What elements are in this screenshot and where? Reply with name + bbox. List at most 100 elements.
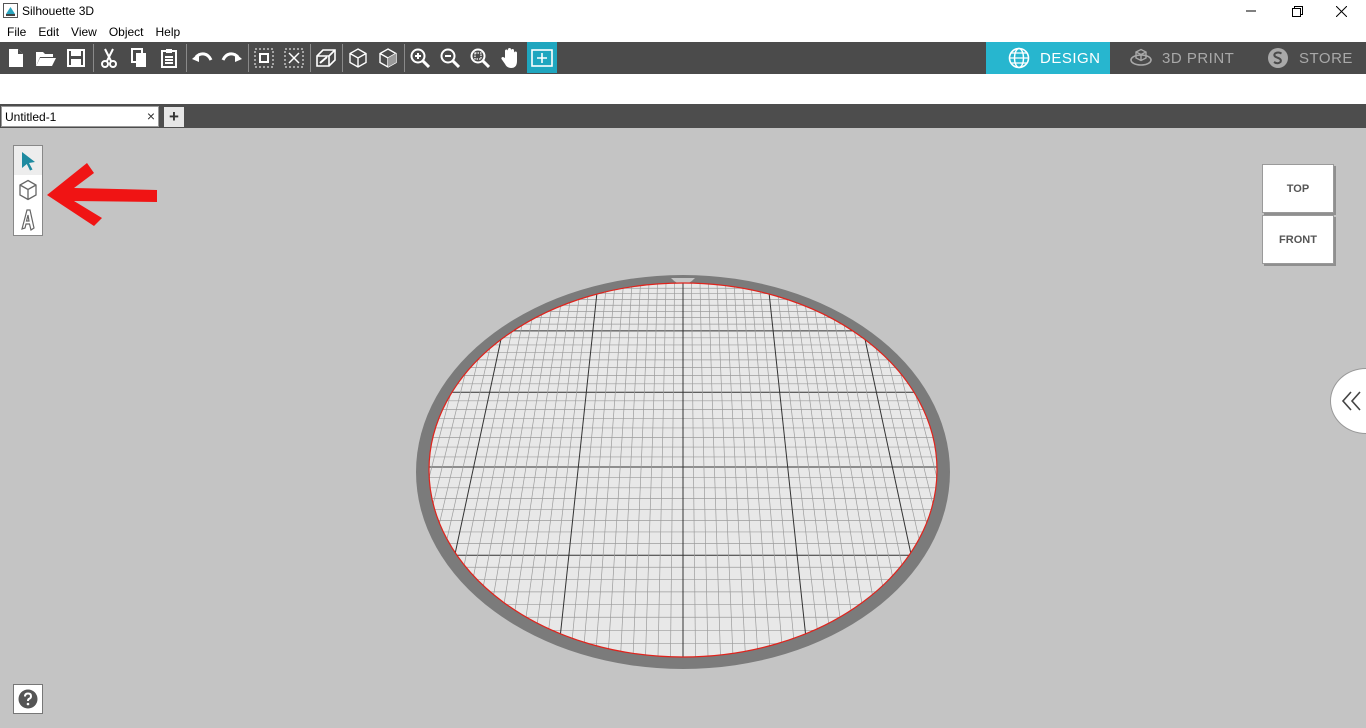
zoom-fit-button[interactable] <box>465 42 495 73</box>
cube-solid-button[interactable] <box>373 42 403 73</box>
undo-icon <box>192 51 213 62</box>
grid-line-vertical <box>283 283 411 657</box>
undo-button[interactable] <box>187 42 217 73</box>
grid-line-vertical <box>1015 283 1171 657</box>
add-tab-button[interactable]: + <box>164 107 184 127</box>
design-canvas[interactable] <box>0 128 1366 728</box>
view-top-button[interactable]: TOP <box>1262 164 1334 213</box>
zoom-in-button[interactable] <box>405 42 435 73</box>
extrude-icon <box>316 48 336 67</box>
left-tool-palette <box>13 145 43 236</box>
print-bed-grid <box>133 283 1233 657</box>
grid-line-vertical <box>1040 283 1208 657</box>
grid-line-vertical <box>1057 283 1233 657</box>
cut-button[interactable] <box>94 42 124 73</box>
grid-line-vertical <box>233 283 377 657</box>
cube-tool[interactable] <box>14 175 42 204</box>
cube-solid-icon <box>379 47 397 68</box>
store-s-icon <box>1268 48 1288 68</box>
menu-file[interactable]: File <box>0 22 32 42</box>
redo-icon <box>221 51 242 62</box>
select-tool[interactable] <box>14 146 42 175</box>
grid-line-vertical <box>183 283 343 657</box>
new-file-icon <box>9 48 23 67</box>
paste-icon <box>161 48 177 68</box>
grid-line-vertical <box>964 283 1096 657</box>
menu-bar: File Edit View Object Help <box>0 22 1366 42</box>
grid-line-vertical <box>1006 283 1158 657</box>
grid-line-vertical <box>947 283 1071 657</box>
annotation-arrow-icon <box>47 163 157 226</box>
grid-line-vertical <box>1023 283 1183 657</box>
save-icon <box>67 48 85 67</box>
text-tool[interactable] <box>14 205 42 234</box>
menu-view[interactable]: View <box>65 22 103 42</box>
new-file-button[interactable] <box>1 42 31 73</box>
fit-page-icon <box>531 48 553 67</box>
copy-button[interactable] <box>124 42 154 73</box>
group-icon <box>254 48 274 67</box>
grid-line-vertical <box>146 283 318 657</box>
group-button[interactable] <box>249 42 279 73</box>
title-bar: Silhouette 3D <box>0 0 1366 22</box>
tab-3d-print[interactable]: 3D PRINT <box>1110 42 1242 74</box>
text-tool-icon <box>21 208 35 231</box>
tab-store[interactable]: STORE <box>1242 42 1366 74</box>
document-tab[interactable]: Untitled-1 × <box>1 106 159 127</box>
zoom-fit-icon <box>470 48 490 68</box>
tab-design-label: DESIGN <box>1040 49 1101 67</box>
print-bed-icon <box>1130 48 1152 66</box>
close-window-button[interactable] <box>1318 0 1364 22</box>
grid-line-vertical <box>955 283 1083 657</box>
pan-hand-icon <box>501 47 517 68</box>
grid-line-vertical <box>196 283 352 657</box>
help-icon <box>18 689 38 709</box>
cube-outline-button[interactable] <box>343 42 373 73</box>
ungroup-icon <box>284 48 304 67</box>
menu-help[interactable]: Help <box>150 22 187 42</box>
grid-line-vertical <box>171 283 335 657</box>
pan-button[interactable] <box>495 42 525 73</box>
view-front-button[interactable]: FRONT <box>1262 215 1334 264</box>
grid-line-vertical <box>158 283 326 657</box>
redo-button[interactable] <box>217 42 247 73</box>
grid-line-vertical <box>998 283 1146 657</box>
main-toolbar: DESIGN 3D PRINT STORE <box>0 42 1366 74</box>
cube-outline-icon <box>349 47 367 68</box>
tab-design[interactable]: DESIGN <box>986 42 1110 74</box>
restore-button[interactable] <box>1274 0 1320 22</box>
open-button[interactable] <box>31 42 61 73</box>
help-button[interactable] <box>13 684 43 714</box>
save-button[interactable] <box>61 42 91 73</box>
open-folder-icon <box>36 51 56 66</box>
grid-line-vertical <box>308 283 428 657</box>
extrude-button[interactable] <box>311 42 341 73</box>
grid-line-vertical <box>938 283 1058 657</box>
tab-store-label: STORE <box>1299 49 1353 67</box>
restore-icon <box>1291 5 1303 17</box>
fit-page-button[interactable] <box>527 42 557 73</box>
zoom-out-icon <box>440 48 460 68</box>
minimize-button[interactable] <box>1228 0 1274 22</box>
tab-3d-print-label: 3D PRINT <box>1162 49 1235 67</box>
grid-line-vertical <box>989 283 1133 657</box>
grid-line-vertical <box>296 283 420 657</box>
grid-line-vertical <box>258 283 394 657</box>
cut-icon <box>101 48 117 68</box>
view-cube: TOP FRONT <box>1262 164 1334 264</box>
close-tab-icon[interactable]: × <box>147 108 155 124</box>
window-title: Silhouette 3D <box>22 4 95 18</box>
zoom-out-button[interactable] <box>435 42 465 73</box>
grid-line-vertical <box>133 283 309 657</box>
menu-object[interactable]: Object <box>103 22 150 42</box>
double-chevron-left-icon <box>1341 391 1361 411</box>
document-tab-bar: Untitled-1 × + <box>0 104 1366 128</box>
app-logo-icon <box>3 3 18 18</box>
copy-icon <box>131 47 146 67</box>
ungroup-button[interactable] <box>279 42 309 73</box>
select-arrow-icon <box>22 151 35 170</box>
menu-edit[interactable]: Edit <box>32 22 65 42</box>
paste-button[interactable] <box>154 42 184 73</box>
cube-tool-icon <box>19 179 37 200</box>
grid-line-vertical <box>1049 283 1221 657</box>
